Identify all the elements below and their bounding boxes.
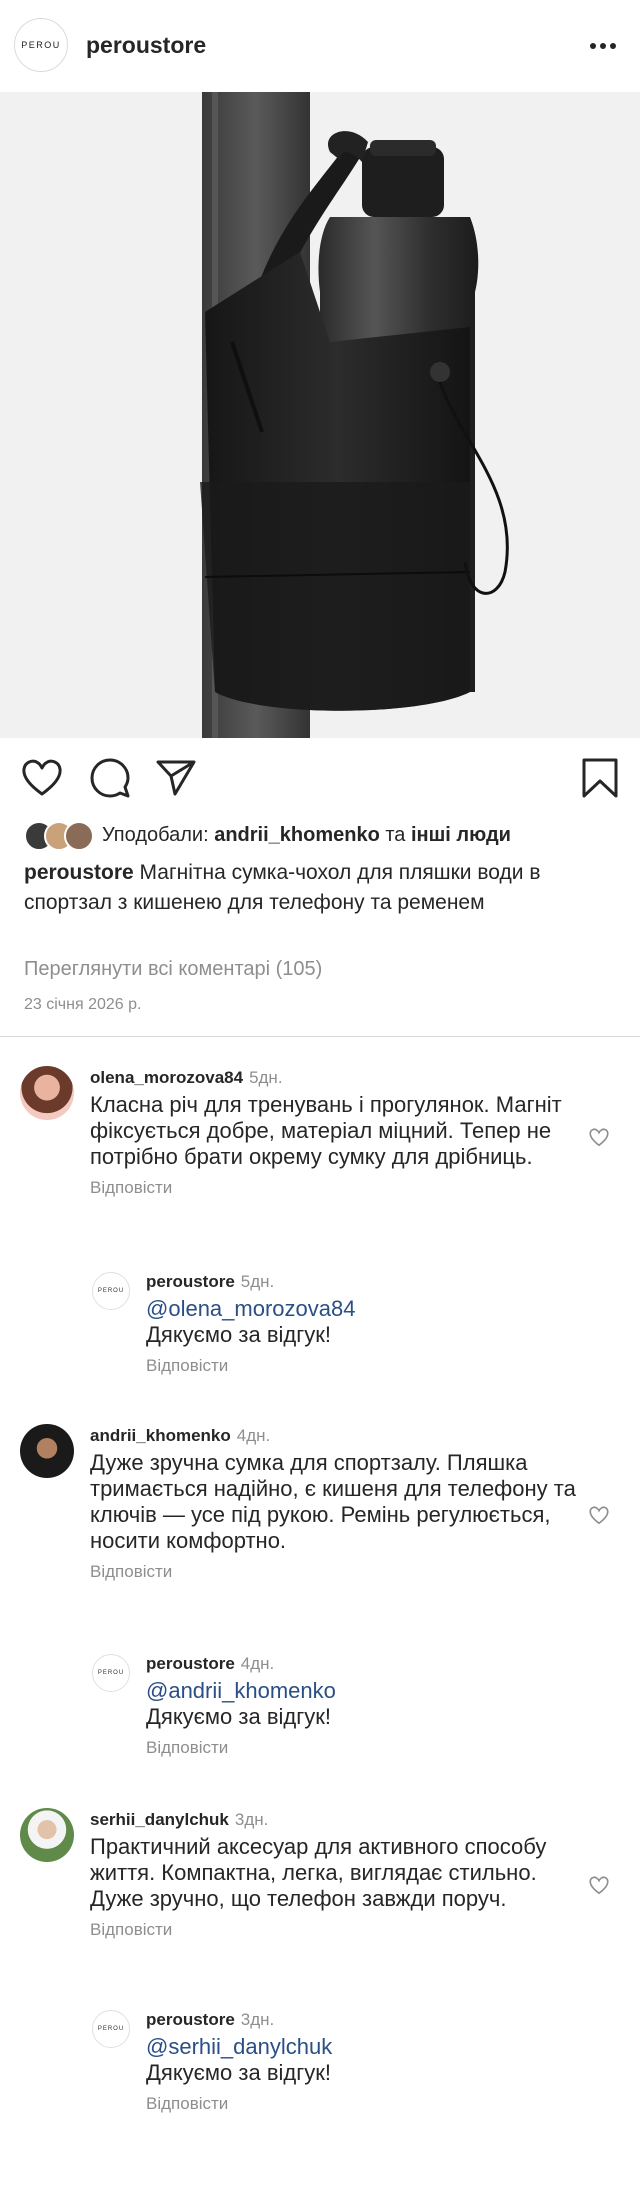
bookmark-icon[interactable] bbox=[578, 756, 622, 800]
likes-and: та bbox=[385, 823, 406, 846]
comment-username[interactable]: andrii_khomenko bbox=[90, 1426, 231, 1445]
reply-comment: PEROU peroustore 5дн. @olena_morozova84 Д… bbox=[92, 1270, 612, 1380]
comment-like-heart-icon[interactable] bbox=[588, 1504, 610, 1526]
reply-button[interactable]: Відповісти bbox=[146, 2094, 586, 2114]
post-image[interactable] bbox=[0, 92, 640, 738]
comment-text: Класна річ для тренувань і прогулянок. М… bbox=[90, 1092, 562, 1169]
heart-icon[interactable] bbox=[20, 756, 64, 800]
comment: andrii_khomenko 4дн. Дуже зручна сумка дл… bbox=[20, 1424, 620, 1594]
reply-username[interactable]: peroustore bbox=[146, 1272, 235, 1291]
reply-time: 5дн. bbox=[240, 1272, 275, 1291]
reply-time: 3дн. bbox=[240, 2010, 275, 2029]
liker-avatars bbox=[24, 821, 96, 851]
comment-username[interactable]: olena_morozova84 bbox=[90, 1068, 243, 1087]
likes-others[interactable]: інші люди bbox=[411, 824, 511, 847]
comment-time: 5дн. bbox=[249, 1068, 283, 1087]
share-icon[interactable] bbox=[154, 756, 198, 800]
liker-avatar bbox=[64, 821, 94, 851]
comment: olena_morozova84 5дн. Класна річ для трен… bbox=[20, 1066, 620, 1216]
view-all-comments-link[interactable]: Переглянути всі коментарі (105) bbox=[24, 958, 322, 981]
comment-time: 4дн. bbox=[236, 1426, 271, 1445]
post-date: 23 січня 2026 р. bbox=[24, 996, 142, 1013]
reply-comment: PEROU peroustore 3дн. @serhii_danylchuk Д… bbox=[92, 2008, 612, 2118]
reply-text: Дякуємо за відгук! bbox=[146, 1704, 331, 1729]
likes-row[interactable]: Уподобали: andrii_khomenko та інші люди bbox=[24, 820, 511, 851]
comment-time: 3дн. bbox=[234, 1810, 269, 1829]
post-caption: peroustore Магнітна сумка-чохол для пляш… bbox=[24, 858, 614, 918]
commenter-avatar[interactable] bbox=[20, 1424, 74, 1478]
reply-button[interactable]: Відповісти bbox=[146, 1738, 586, 1758]
reply-comment: PEROU peroustore 4дн. @andrii_khomenko Дя… bbox=[92, 1652, 612, 1762]
comment-text: Дуже зручна сумка для спортзалу. Пляшка … bbox=[90, 1450, 576, 1553]
commenter-avatar[interactable] bbox=[20, 1066, 74, 1120]
store-reply-avatar[interactable]: PEROU bbox=[92, 2010, 130, 2048]
reply-text: Дякуємо за відгук! bbox=[146, 1322, 331, 1347]
reply-mention[interactable]: @andrii_khomenko bbox=[146, 1678, 586, 1704]
post-header: PEROU peroustore bbox=[0, 0, 640, 92]
store-reply-avatar[interactable]: PEROU bbox=[92, 1272, 130, 1310]
bottle-bag-photo bbox=[0, 92, 640, 738]
caption-username[interactable]: peroustore bbox=[24, 861, 134, 884]
comment-username[interactable]: serhii_danylchuk bbox=[90, 1810, 229, 1829]
reply-button[interactable]: Відповісти bbox=[90, 1920, 590, 1940]
comment-like-heart-icon[interactable] bbox=[588, 1126, 610, 1148]
reply-button[interactable]: Відповісти bbox=[90, 1562, 610, 1582]
comment-icon[interactable] bbox=[88, 756, 132, 800]
store-avatar[interactable]: PEROU bbox=[14, 18, 68, 72]
reply-button[interactable]: Відповісти bbox=[146, 1356, 586, 1376]
action-bar bbox=[0, 738, 640, 818]
store-reply-avatar[interactable]: PEROU bbox=[92, 1654, 130, 1692]
reply-username[interactable]: peroustore bbox=[146, 1654, 235, 1673]
divider bbox=[0, 1036, 640, 1037]
reply-mention[interactable]: @serhii_danylchuk bbox=[146, 2034, 586, 2060]
liked-by-user[interactable]: andrii_khomenko bbox=[214, 824, 380, 847]
reply-mention[interactable]: @olena_morozova84 bbox=[146, 1296, 586, 1322]
comment-text: Практичний аксесуар для активного способ… bbox=[90, 1834, 547, 1911]
likes-prefix: Уподобали: bbox=[102, 823, 209, 846]
reply-text: Дякуємо за відгук! bbox=[146, 2060, 331, 2085]
commenter-avatar[interactable] bbox=[20, 1808, 74, 1862]
comment: serhii_danylchuk 3дн. Практичний аксесуар… bbox=[20, 1808, 620, 1958]
reply-time: 4дн. bbox=[240, 1654, 275, 1673]
more-horizontal-icon[interactable] bbox=[590, 34, 620, 58]
header-username[interactable]: peroustore bbox=[86, 32, 206, 59]
reply-button[interactable]: Відповісти bbox=[90, 1178, 590, 1198]
reply-username[interactable]: peroustore bbox=[146, 2010, 235, 2029]
comment-like-heart-icon[interactable] bbox=[588, 1874, 610, 1896]
